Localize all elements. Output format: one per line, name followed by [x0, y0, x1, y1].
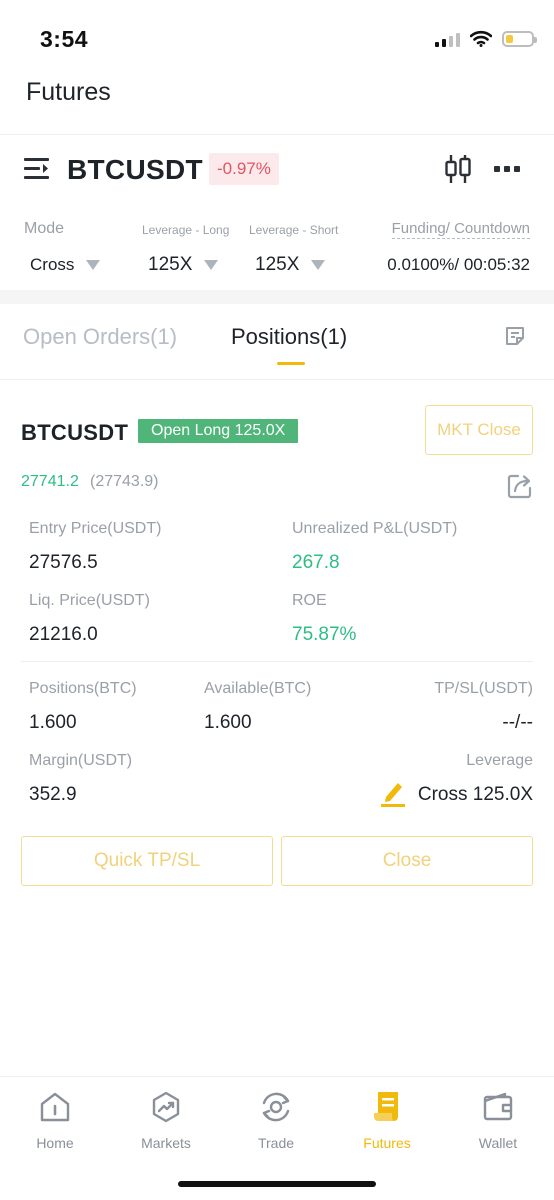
mark-price: (27743.9) [90, 473, 159, 490]
position-divider [21, 661, 533, 662]
nav-label-home: Home [36, 1135, 74, 1151]
unrealized-pnl-value: 267.8 [292, 552, 340, 573]
mode-label: Mode [24, 220, 65, 237]
margin-value: 352.9 [29, 784, 77, 805]
tab-positions[interactable]: Positions(1) [231, 324, 347, 350]
unrealized-pnl-label: Unrealized P&L(USDT) [292, 520, 458, 537]
entry-price-label: Entry Price(USDT) [29, 520, 162, 537]
funding-countdown-label[interactable]: Funding/ Countdown [391, 220, 530, 239]
cellular-signal-icon [435, 31, 460, 47]
candlestick-chart-icon[interactable] [444, 154, 472, 184]
nav-markets[interactable]: Markets [116, 1087, 216, 1151]
positions-label: Positions(BTC) [29, 680, 137, 697]
liq-price-label: Liq. Price(USDT) [29, 592, 150, 609]
chevron-down-icon [311, 260, 326, 270]
markets-icon [152, 1091, 180, 1123]
roe-label: ROE [292, 592, 327, 609]
order-history-icon[interactable] [505, 326, 525, 346]
leverage-short-selector[interactable]: 125X [255, 254, 326, 276]
position-side-badge: Open Long 125.0X [138, 419, 299, 443]
ticker-symbol[interactable]: BTCUSDT [67, 154, 203, 186]
entry-price-value: 27576.5 [29, 552, 98, 573]
leverage-long-selector[interactable]: 125X [148, 254, 219, 276]
roe-value: 75.87% [292, 624, 357, 645]
last-price: 27741.2 [21, 473, 79, 490]
edit-leverage-icon[interactable] [380, 779, 406, 807]
mode-selector[interactable]: Cross [30, 255, 101, 275]
trade-icon [262, 1092, 290, 1122]
available-value: 1.600 [204, 712, 252, 733]
position-symbol: BTCUSDT [21, 420, 129, 445]
chevron-down-icon [86, 260, 101, 270]
share-icon[interactable] [507, 473, 533, 499]
page-title: Futures [26, 78, 111, 106]
funding-countdown-value: 0.0100%/ 00:05:32 [387, 255, 530, 274]
wallet-icon [483, 1092, 513, 1121]
quick-tpsl-button[interactable]: Quick TP/SL [21, 836, 273, 886]
status-time: 3:54 [40, 26, 89, 52]
leverage-long-value: 125X [148, 254, 193, 275]
nav-wallet[interactable]: Wallet [448, 1087, 548, 1151]
available-label: Available(BTC) [204, 680, 312, 697]
margin-label: Margin(USDT) [29, 752, 133, 769]
nav-trade[interactable]: Trade [226, 1087, 326, 1151]
mkt-close-button[interactable]: MKT Close [425, 405, 533, 455]
home-icon [40, 1092, 70, 1122]
ticker-row: BTCUSDT -0.97% [0, 140, 554, 204]
leverage-label: Leverage [466, 752, 533, 769]
status-bar: 3:54 [0, 0, 554, 72]
tpsl-value: --/-- [502, 712, 533, 733]
header-divider [0, 134, 554, 135]
status-icons [435, 30, 537, 47]
more-options-icon[interactable] [494, 166, 520, 172]
active-tab-indicator [277, 362, 305, 365]
nav-futures[interactable]: Futures [337, 1087, 437, 1151]
leverage-short-label: Leverage - Short [249, 223, 339, 237]
home-indicator [178, 1181, 376, 1187]
chevron-down-icon [204, 260, 219, 270]
battery-icon [502, 30, 537, 47]
funding-countdown-label-text: Funding/ Countdown [391, 220, 530, 239]
futures-icon [374, 1092, 398, 1121]
nav-home[interactable]: Home [5, 1087, 105, 1151]
tab-open-orders[interactable]: Open Orders(1) [23, 324, 177, 350]
mode-value: Cross [30, 255, 75, 274]
leverage-value[interactable]: Cross 125.0X [418, 784, 533, 806]
nav-label-trade: Trade [257, 1135, 295, 1151]
liq-price-value: 21216.0 [29, 624, 98, 645]
section-separator [0, 290, 554, 304]
menu-icon[interactable] [24, 156, 52, 182]
leverage-short-value: 125X [255, 254, 300, 275]
wifi-icon [470, 30, 492, 47]
price-change-badge: -0.97% [209, 153, 279, 185]
nav-label-wallet: Wallet [478, 1135, 518, 1151]
nav-label-futures: Futures [363, 1135, 411, 1151]
leverage-long-label: Leverage - Long [142, 223, 230, 237]
tpsl-label: TP/SL(USDT) [434, 680, 533, 697]
close-position-button[interactable]: Close [281, 836, 533, 886]
positions-value: 1.600 [29, 712, 77, 733]
orders-tabs: Open Orders(1) Positions(1) [0, 304, 554, 380]
nav-label-markets: Markets [141, 1135, 191, 1151]
